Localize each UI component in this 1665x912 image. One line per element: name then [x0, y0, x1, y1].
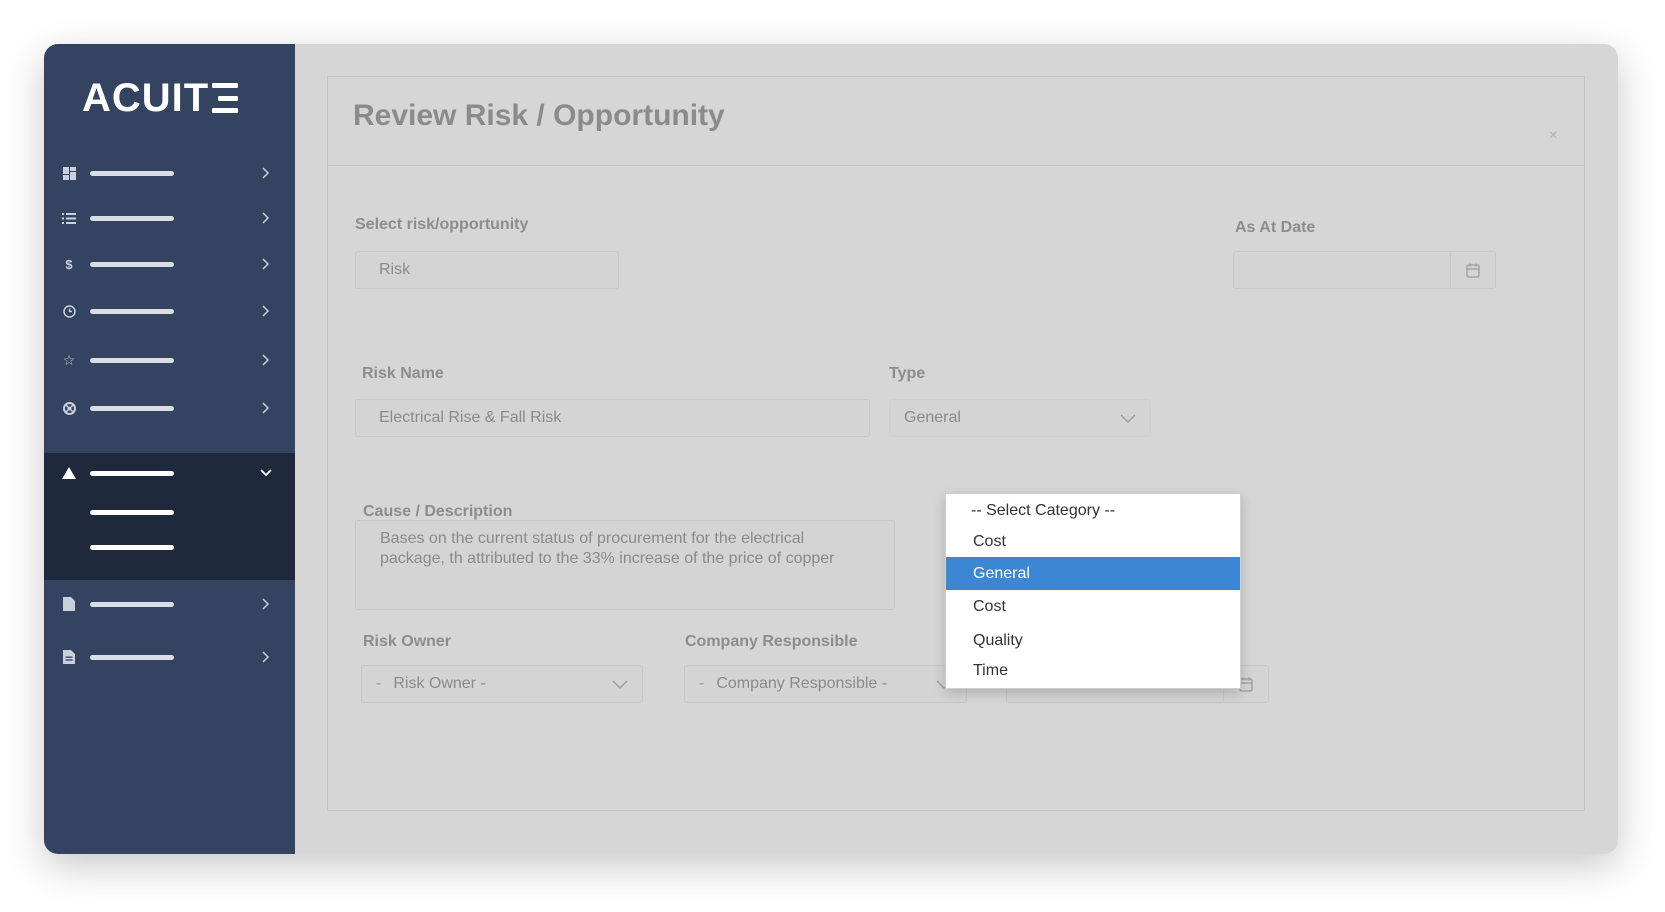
sidebar-item-support[interactable]	[44, 388, 295, 428]
chevron-down-icon	[258, 465, 274, 481]
logo-bars-icon	[212, 83, 239, 113]
risk-owner-prefix: -	[376, 675, 382, 692]
company-responsible-label: Company Responsible	[685, 633, 858, 650]
sidebar-item-label	[90, 215, 174, 221]
sidebar-subitem-1[interactable]	[90, 510, 174, 515]
acuite-logo[interactable]: ACUIT	[82, 75, 239, 120]
type-label: Type	[889, 365, 926, 382]
close-icon[interactable]: ×	[1549, 127, 1558, 145]
dashboard-icon	[61, 165, 77, 181]
risk-owner-value: Risk Owner -	[393, 675, 486, 692]
chevron-right-icon	[258, 596, 274, 612]
dropdown-option-quality[interactable]: Quality	[946, 624, 1240, 657]
cause-description-textarea[interactable]: Bases on the current status of procureme…	[355, 520, 895, 610]
company-responsible-select[interactable]: - Company Responsible -	[684, 665, 967, 703]
sidebar-item-label	[90, 170, 174, 176]
page-title: Review Risk / Opportunity	[353, 99, 725, 132]
sidebar-item-label	[90, 601, 174, 607]
sidebar: ACUIT $ ☆	[44, 44, 295, 854]
app-window: ACUIT $ ☆ Review Risk / Opportunity × Se…	[44, 44, 1618, 854]
cause-description-label: Cause / Description	[363, 503, 513, 520]
logo-text: ACUIT	[82, 75, 210, 120]
review-risk-modal: Review Risk / Opportunity × Select risk/…	[327, 76, 1585, 811]
warning-icon	[61, 465, 77, 481]
dropdown-option-time[interactable]: Time	[946, 654, 1240, 687]
risk-opportunity-select[interactable]: Risk	[355, 251, 619, 289]
chevron-right-icon	[258, 649, 274, 665]
dropdown-option-select-category[interactable]: -- Select Category --	[946, 494, 1240, 527]
chevron-right-icon	[258, 303, 274, 319]
sidebar-item-label	[90, 261, 174, 267]
company-responsible-value: Company Responsible -	[716, 675, 888, 692]
sidebar-item-finance[interactable]: $	[44, 244, 295, 284]
as-at-date-field[interactable]	[1233, 251, 1496, 289]
risk-owner-label: Risk Owner	[363, 633, 452, 650]
star-icon: ☆	[62, 351, 76, 368]
risk-name-input[interactable]: Electrical Rise & Fall Risk	[355, 399, 870, 437]
lifebuoy-icon	[61, 400, 77, 416]
sidebar-item-label	[90, 654, 174, 660]
sidebar-item-documents[interactable]	[44, 637, 295, 677]
modal-header: Review Risk / Opportunity ×	[328, 77, 1584, 166]
dropdown-option-general[interactable]: General	[946, 557, 1240, 590]
sidebar-item-label	[90, 470, 174, 476]
chevron-right-icon	[258, 352, 274, 368]
document-icon	[61, 649, 77, 665]
type-value: General	[904, 409, 961, 426]
calendar-icon[interactable]	[1450, 252, 1495, 288]
risk-owner-select[interactable]: - Risk Owner -	[361, 665, 643, 703]
chevron-right-icon	[258, 210, 274, 226]
clock-icon	[61, 303, 77, 319]
dollar-icon: $	[65, 256, 73, 272]
dropdown-option-cost-2[interactable]: Cost	[946, 590, 1240, 623]
chevron-right-icon	[258, 165, 274, 181]
risk-name-value: Electrical Rise & Fall Risk	[379, 409, 562, 426]
chevron-right-icon	[258, 400, 274, 416]
sidebar-item-time[interactable]	[44, 291, 295, 331]
sidebar-item-label	[90, 308, 174, 314]
type-dropdown-menu: -- Select Category -- Cost General Cost …	[945, 493, 1241, 689]
sidebar-item-label	[90, 357, 174, 363]
as-at-date-label: As At Date	[1235, 219, 1316, 236]
sidebar-subitem-2[interactable]	[90, 545, 174, 550]
company-responsible-prefix: -	[699, 675, 705, 692]
chevron-right-icon	[258, 256, 274, 272]
risk-name-label: Risk Name	[362, 365, 444, 382]
select-risk-label: Select risk/opportunity	[355, 216, 529, 233]
sidebar-item-list[interactable]	[44, 198, 295, 238]
sidebar-item-risks[interactable]	[44, 453, 295, 493]
dropdown-option-cost[interactable]: Cost	[946, 525, 1240, 558]
type-select[interactable]: General	[889, 399, 1151, 437]
sidebar-item-dashboard[interactable]	[44, 153, 295, 193]
file-icon	[61, 596, 77, 612]
sidebar-item-favorites[interactable]: ☆	[44, 340, 295, 380]
sidebar-item-files[interactable]	[44, 584, 295, 624]
risk-opportunity-value: Risk	[379, 261, 411, 278]
sidebar-item-label	[90, 405, 174, 411]
chevron-down-icon	[612, 680, 628, 689]
list-icon	[61, 210, 77, 226]
chevron-down-icon	[1120, 414, 1136, 423]
